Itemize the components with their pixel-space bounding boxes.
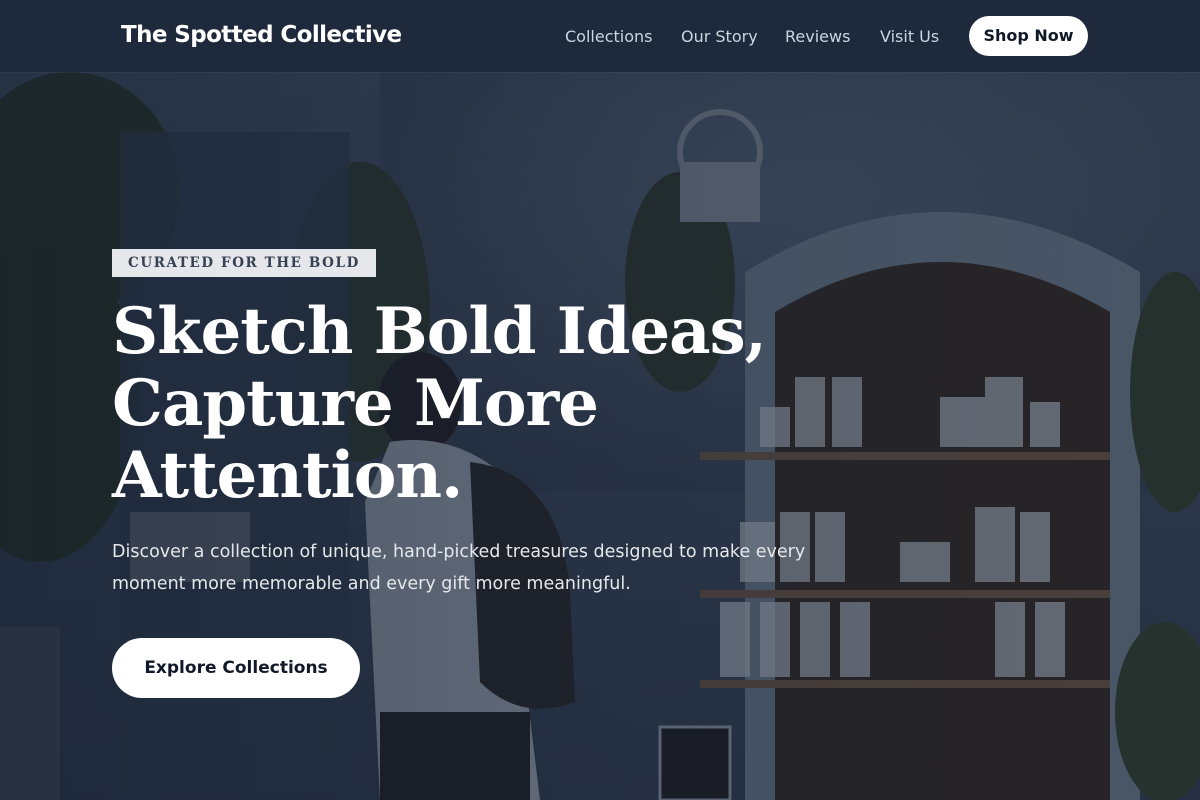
- nav-link-visit-us[interactable]: Visit Us: [880, 27, 939, 46]
- explore-collections-button[interactable]: Explore Collections: [112, 638, 360, 698]
- hero-headline-line: Capture More: [112, 366, 599, 441]
- hero-headline-line: Sketch Bold Ideas,: [112, 294, 767, 369]
- hero-headline: Sketch Bold Ideas, Capture More Attentio…: [112, 296, 812, 512]
- hero-subtext: Discover a collection of unique, hand-pi…: [112, 536, 892, 600]
- nav-link-our-story[interactable]: Our Story: [681, 27, 758, 46]
- hero-eyebrow-tag: CURATED FOR THE BOLD: [112, 249, 376, 277]
- shop-now-button[interactable]: Shop Now: [969, 16, 1088, 56]
- hero-headline-line: Attention.: [112, 438, 463, 513]
- nav-link-collections[interactable]: Collections: [565, 27, 652, 46]
- brand-logo[interactable]: The Spotted Collective: [121, 22, 402, 48]
- hero-subtext-line: Discover a collection of unique, hand-pi…: [112, 542, 806, 562]
- nav-link-reviews[interactable]: Reviews: [785, 27, 850, 46]
- site-header: The Spotted Collective Collections Our S…: [0, 0, 1200, 72]
- hero-subtext-line: moment more memorable and every gift mor…: [112, 574, 631, 594]
